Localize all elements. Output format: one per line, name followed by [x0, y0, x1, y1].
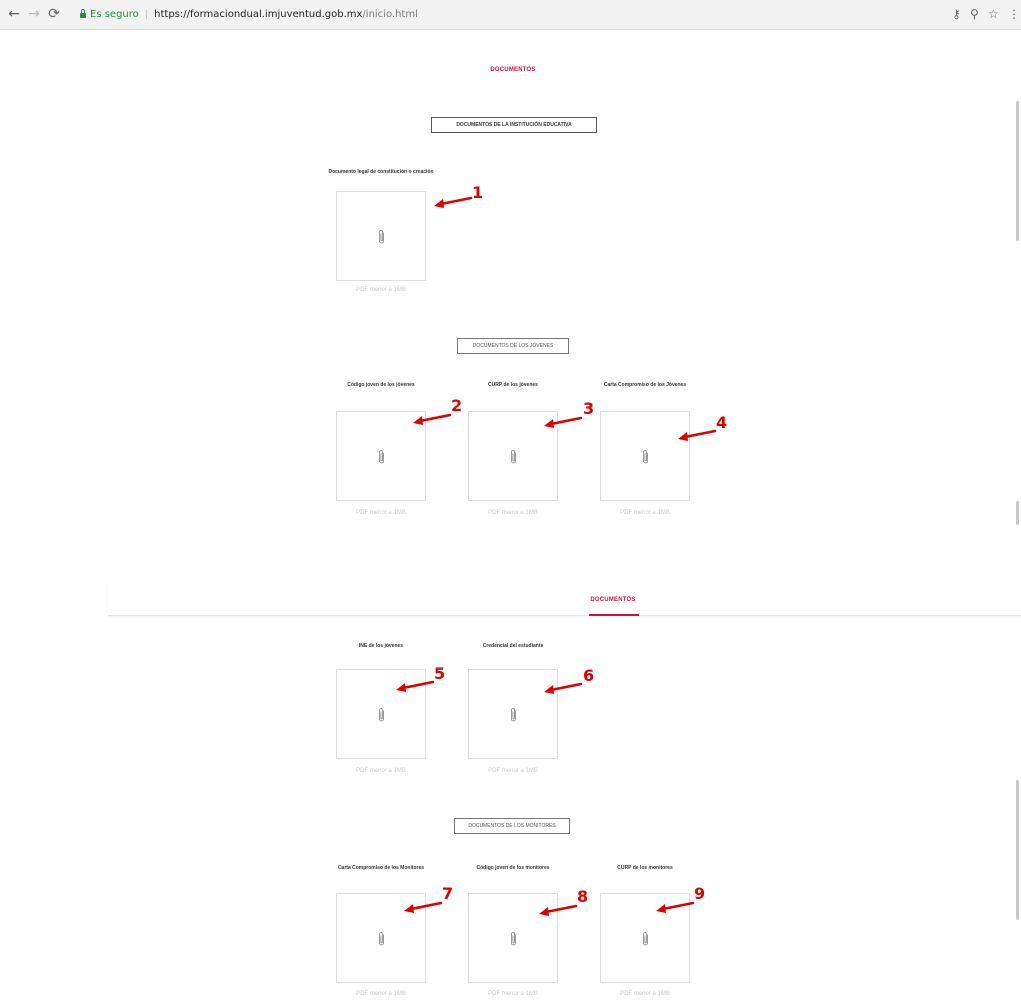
paperclip-icon: [511, 450, 516, 464]
doc-label-curp-monitores: CURP de los monitores: [617, 865, 673, 871]
upload-hint: PDF menor a 1MB: [356, 510, 406, 516]
annotation-arrow: [678, 429, 717, 441]
paperclip-icon: [511, 932, 516, 946]
scrollbar-thumb[interactable]: [1016, 780, 1019, 920]
doc-label-carta-compromiso-monitores: Carta Compromiso de los Monitores: [337, 865, 425, 871]
upload-hint: PDF menor a 1MB: [488, 510, 538, 516]
annotation-arrow: [656, 901, 695, 913]
callout-number: 7: [442, 884, 454, 903]
browser-toolbar: ← → ⟳ Es seguro | https://formaciondual.im…: [0, 0, 1021, 30]
section-monitores[interactable]: DOCUMENTOS DE LOS MONITORES: [454, 818, 570, 834]
section-institucion-educativa[interactable]: DOCUMENTOS DE LA INSTITUCIÓN EDUCATIVA: [431, 117, 597, 133]
address-separator: |: [144, 9, 149, 20]
zoom-icon[interactable]: ⚲: [970, 6, 979, 22]
paperclip-icon: [379, 450, 384, 464]
annotation-arrow: [434, 196, 473, 208]
callout-number: 8: [577, 887, 589, 906]
documents-page-top: DOCUMENTOS DOCUMENTOS DE LA INSTITUCIÓN …: [0, 31, 1021, 550]
sticky-header: DOCUMENTOS: [108, 580, 1021, 616]
doc-label-documento-legal: Documento legal de constitución o creaci…: [328, 169, 434, 175]
page-nav-documentos[interactable]: DOCUMENTOS: [581, 597, 645, 603]
annotation-arrow: [539, 904, 578, 916]
annotation-arrow: [404, 901, 443, 913]
annotation-arrow: [544, 416, 583, 428]
callout-number: 5: [434, 664, 446, 683]
arrow-left-icon[interactable]: ←: [6, 6, 22, 22]
paperclip-icon: [643, 450, 648, 464]
upload-carta-compromiso-jovenes[interactable]: [600, 411, 690, 501]
upload-hint: PDF menor a 1MB: [488, 991, 538, 997]
address-bar[interactable]: Es seguro | https://formaciondual.imjuvent…: [80, 7, 418, 23]
lock-icon: [80, 9, 86, 18]
annotation-arrow: [413, 413, 452, 425]
paperclip-icon: [379, 932, 384, 946]
paperclip-icon: [379, 230, 384, 244]
documents-page-bottom: DOCUMENTOS INE de los jóvenes PDF menor …: [0, 580, 1021, 1007]
url-host: https://formaciondual.imjuventud.gob.mx: [154, 9, 363, 20]
upload-hint: PDF menor a 1MB: [356, 768, 406, 774]
callout-number: 6: [583, 666, 595, 685]
url-path: /inicio.html: [362, 9, 418, 20]
kebab-menu-icon[interactable]: ⋮: [1008, 6, 1020, 22]
paperclip-icon: [643, 932, 648, 946]
callout-number: 2: [451, 396, 463, 415]
callout-number: 1: [472, 183, 484, 202]
doc-label-ine-jovenes: INE de los jóvenes: [358, 643, 404, 649]
annotation-arrow: [544, 682, 583, 694]
nav-active-underline: [589, 614, 639, 616]
upload-hint: PDF menor a 1MB: [620, 510, 670, 516]
upload-hint: PDF menor a 1MB: [356, 287, 406, 293]
upload-hint: PDF menor a 1MB: [356, 991, 406, 997]
screenshot-gap: [0, 550, 1021, 580]
doc-label-codigo-joven-jovenes: Código joven de los jóvenes: [347, 382, 415, 388]
section-jovenes[interactable]: DOCUMENTOS DE LOS JÓVENES: [457, 338, 569, 354]
paperclip-icon: [511, 708, 516, 722]
key-icon[interactable]: ⚷: [952, 6, 961, 22]
paperclip-icon: [379, 708, 384, 722]
upload-documento-legal[interactable]: [336, 191, 426, 281]
upload-hint: PDF menor a 1MB: [488, 768, 538, 774]
callout-number: 9: [694, 884, 706, 903]
secure-label: Es seguro: [90, 9, 139, 20]
doc-label-credencial-estudiante: Credencial del estudiante: [482, 643, 544, 649]
reload-icon[interactable]: ⟳: [46, 6, 62, 22]
scrollbar-thumb[interactable]: [1016, 101, 1019, 241]
scrollbar-thumb-lower[interactable]: [1016, 501, 1019, 525]
star-icon[interactable]: ☆: [988, 6, 999, 22]
upload-hint: PDF menor a 1MB: [620, 991, 670, 997]
callout-number: 4: [716, 413, 728, 432]
annotation-arrow: [396, 680, 435, 692]
doc-label-carta-compromiso-jovenes: Carta Compromiso de los Jóvenes: [603, 382, 687, 388]
page-nav-documentos[interactable]: DOCUMENTOS: [480, 67, 546, 73]
callout-number: 3: [583, 399, 595, 418]
arrow-right-icon[interactable]: →: [26, 6, 42, 22]
doc-label-codigo-joven-monitores: Código joven de los monitores: [476, 865, 550, 871]
doc-label-curp-jovenes: CURP de los jóvenes: [488, 382, 538, 388]
